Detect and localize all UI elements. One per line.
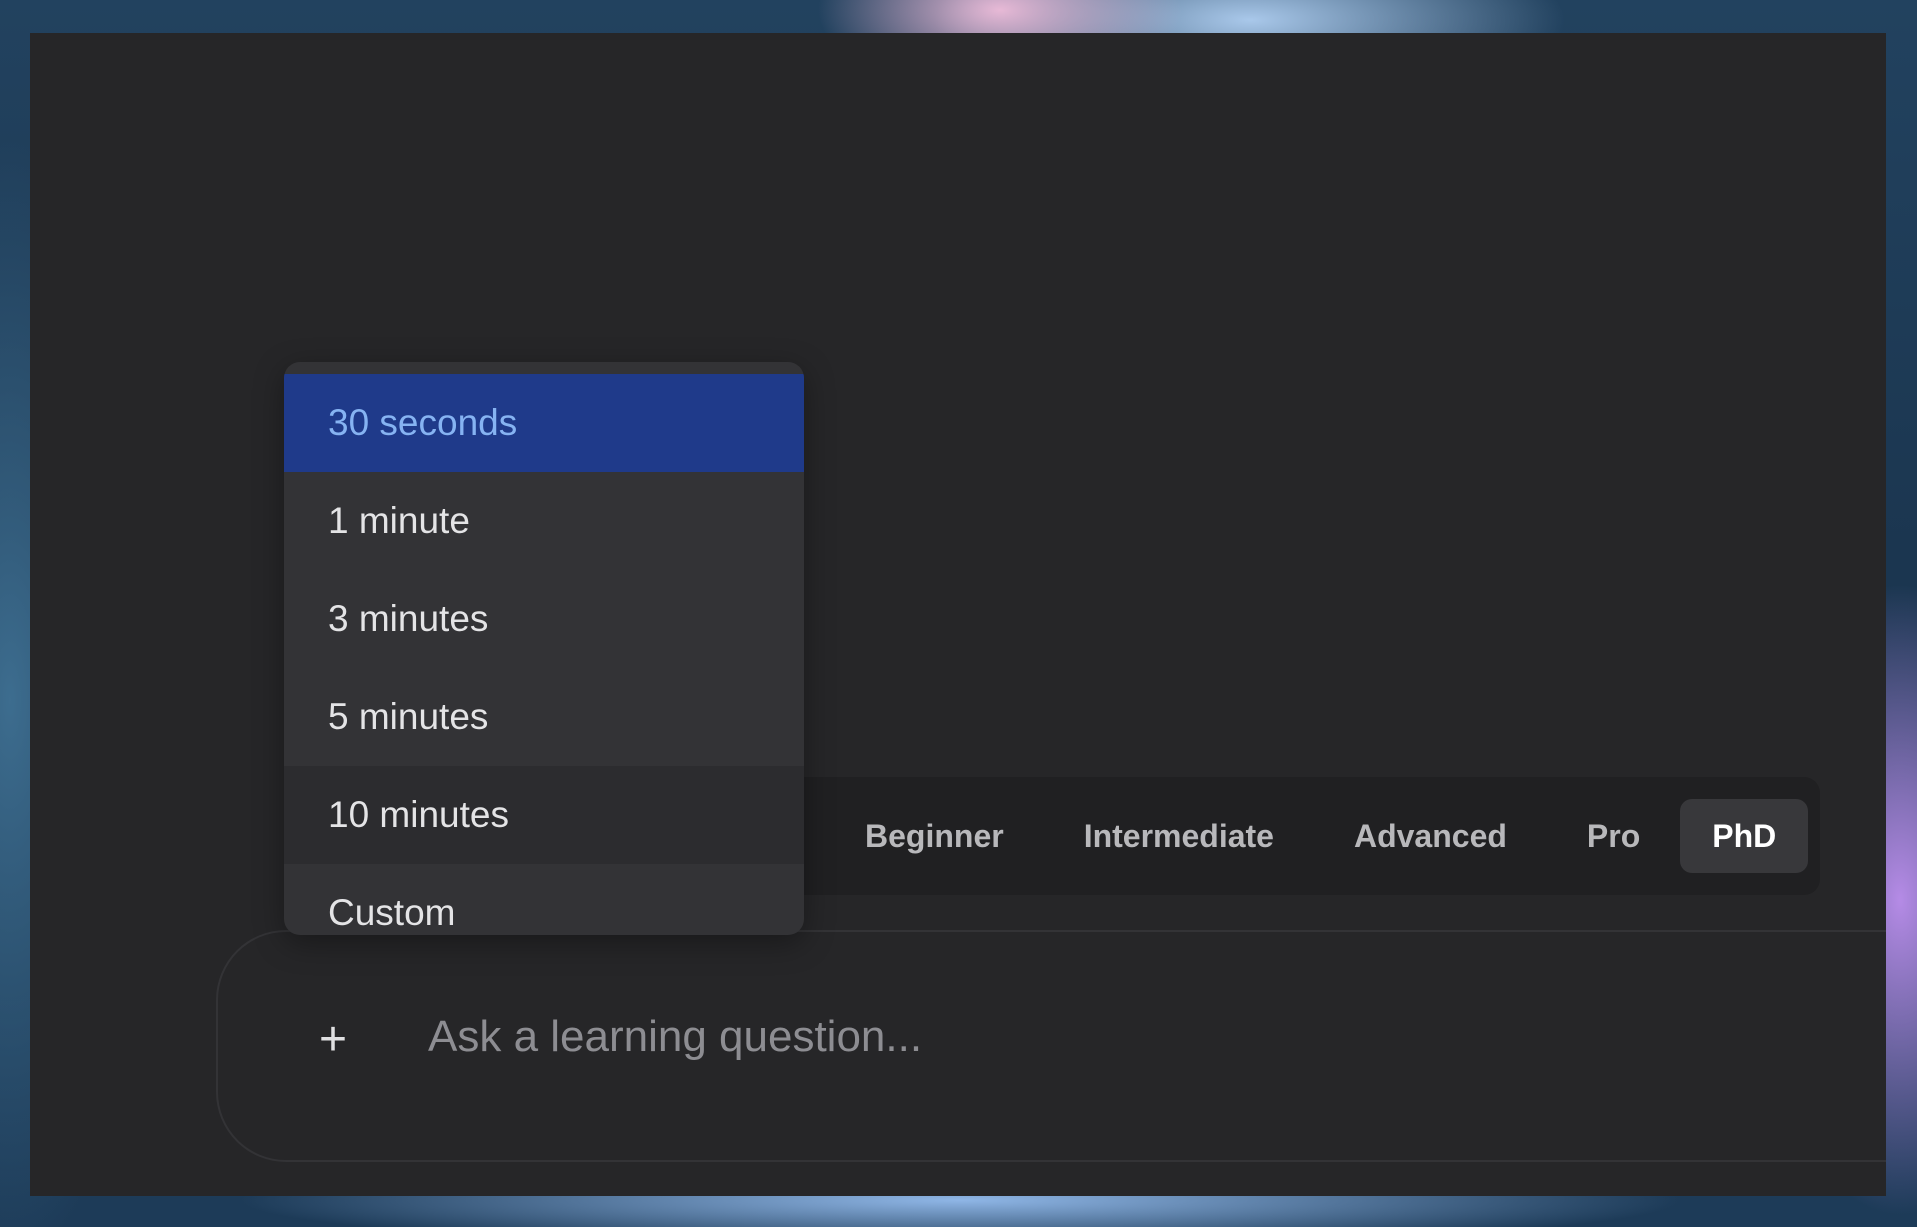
- menu-item-10-minutes[interactable]: 10 minutes: [284, 766, 804, 864]
- menu-item-custom[interactable]: Custom: [284, 864, 804, 935]
- menu-item-5-minutes[interactable]: 5 minutes: [284, 668, 804, 766]
- add-attachment-button[interactable]: +: [308, 1012, 358, 1066]
- plus-icon: +: [318, 1012, 348, 1066]
- chat-input-box: +: [216, 930, 1886, 1162]
- menu-item-3-minutes[interactable]: 3 minutes: [284, 570, 804, 668]
- duration-dropdown-menu: 30 seconds 1 minute 3 minutes 5 minutes …: [284, 362, 804, 935]
- menu-item-1-minute[interactable]: 1 minute: [284, 472, 804, 570]
- level-option-phd[interactable]: PhD: [1680, 799, 1809, 873]
- app-window: Beginner Intermediate Advanced Pro PhD +…: [30, 33, 1886, 1196]
- level-option-pro[interactable]: Pro: [1547, 799, 1680, 873]
- menu-item-30-seconds[interactable]: 30 seconds: [284, 374, 804, 472]
- level-option-beginner[interactable]: Beginner: [825, 799, 1044, 873]
- level-option-intermediate[interactable]: Intermediate: [1044, 799, 1314, 873]
- level-option-advanced[interactable]: Advanced: [1314, 799, 1547, 873]
- level-selector: Beginner Intermediate Advanced Pro PhD: [770, 777, 1820, 895]
- question-input[interactable]: [428, 1002, 1528, 1072]
